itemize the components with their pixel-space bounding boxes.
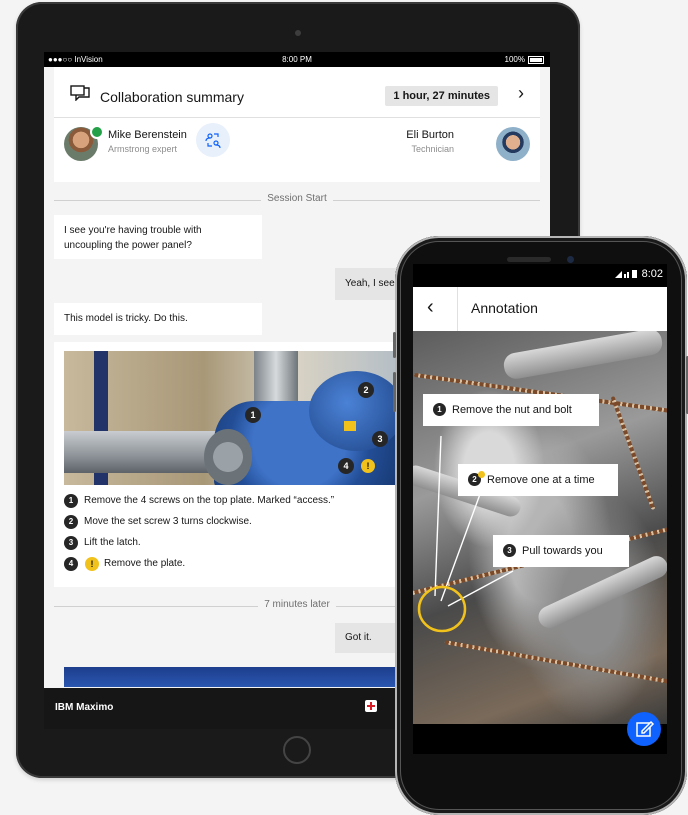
battery-percent: 100% bbox=[504, 55, 525, 64]
plus-icon[interactable] bbox=[365, 700, 377, 712]
signal-icon bbox=[614, 270, 637, 279]
collaboration-summary-card[interactable]: Collaboration summary 1 hour, 27 minutes… bbox=[54, 67, 540, 182]
phone-screen: 8:02 ‹ Annotation 1 Remove the nut and bo… bbox=[413, 264, 667, 754]
annotation-header: ‹ Annotation bbox=[413, 287, 667, 331]
callout-text: Remove the nut and bolt bbox=[452, 404, 572, 416]
back-arrow-icon[interactable]: ‹ bbox=[427, 297, 434, 317]
warning-icon: ! bbox=[361, 459, 375, 473]
step-number: 4 bbox=[64, 557, 78, 571]
step-text: Remove the 4 screws on the top plate. Ma… bbox=[84, 495, 335, 506]
annotation-callout[interactable]: 2 Remove one at a time bbox=[458, 464, 618, 496]
duration-badge: 1 hour, 27 minutes bbox=[385, 86, 498, 106]
photo-marker: 2 bbox=[358, 382, 374, 398]
callout-text: Remove one at a time bbox=[487, 474, 595, 486]
online-status-icon bbox=[90, 125, 104, 139]
mute-switch bbox=[393, 332, 396, 358]
step-number: 2 bbox=[64, 515, 78, 529]
battery-status: 100% bbox=[505, 55, 544, 64]
photo-marker: 1 bbox=[245, 407, 261, 423]
warning-icon: ! bbox=[85, 557, 99, 571]
edit-button[interactable] bbox=[627, 712, 661, 746]
session-start-divider: Session Start bbox=[54, 193, 540, 207]
page-title: Annotation bbox=[471, 300, 538, 316]
swap-users-icon bbox=[205, 133, 221, 148]
photo-marker: 4 bbox=[338, 458, 354, 474]
warning-icon bbox=[478, 471, 485, 478]
phone-camera bbox=[567, 256, 574, 263]
battery-icon bbox=[528, 55, 544, 64]
expert-message: I see you're having trouble with uncoupl… bbox=[54, 215, 262, 259]
tablet-camera bbox=[295, 30, 301, 36]
edit-icon bbox=[636, 720, 655, 737]
brand-label: IBM Maximo bbox=[55, 702, 114, 713]
technician-role: Technician bbox=[411, 144, 454, 154]
home-button[interactable] bbox=[283, 736, 311, 764]
avatar bbox=[496, 127, 530, 161]
chevron-right-icon[interactable]: › bbox=[518, 84, 524, 102]
annotation-callout[interactable]: 1 Remove the nut and bolt bbox=[423, 394, 599, 426]
phone-speaker bbox=[507, 257, 551, 262]
expert-message: This model is tricky. Do this. bbox=[54, 303, 262, 335]
annotation-callout[interactable]: 3 Pull towards you bbox=[493, 535, 629, 567]
technician-name: Eli Burton bbox=[406, 129, 454, 141]
session-start-label: Session Start bbox=[261, 193, 333, 204]
callout-number: 1 bbox=[433, 402, 446, 416]
swap-users-button[interactable] bbox=[196, 123, 230, 157]
engine-photo[interactable]: 1 Remove the nut and bolt 2 Remove one at … bbox=[413, 331, 667, 724]
photo-marker: 3 bbox=[372, 431, 388, 447]
chat-summary-icon bbox=[70, 85, 90, 101]
step-number: 1 bbox=[64, 494, 78, 508]
expert-name: Mike Berenstein bbox=[108, 129, 187, 141]
phone-status-bar: 8:02 bbox=[614, 268, 663, 280]
callout-text: Pull towards you bbox=[522, 545, 603, 557]
time-divider-label: 7 minutes later bbox=[258, 599, 336, 610]
callout-number: 3 bbox=[503, 543, 516, 557]
phone-device: 8:02 ‹ Annotation 1 Remove the nut and bo… bbox=[393, 236, 688, 815]
step-text: Lift the latch. bbox=[84, 537, 141, 548]
step-text: Remove the plate. bbox=[104, 558, 186, 569]
annotation-leaders bbox=[417, 435, 514, 633]
step-text: Move the set screw 3 turns clockwise. bbox=[84, 516, 252, 527]
phone-time: 8:02 bbox=[641, 268, 663, 280]
summary-header[interactable]: Collaboration summary 1 hour, 27 minutes… bbox=[54, 67, 540, 118]
tablet-status-bar: ●●●○○ InVision 8:00 PM 100% bbox=[44, 52, 550, 67]
step-number: 3 bbox=[64, 536, 78, 550]
expert-role: Armstrong expert bbox=[108, 144, 178, 154]
summary-title: Collaboration summary bbox=[100, 89, 244, 105]
volume-button bbox=[393, 372, 396, 412]
status-time: 8:00 PM bbox=[282, 55, 312, 64]
